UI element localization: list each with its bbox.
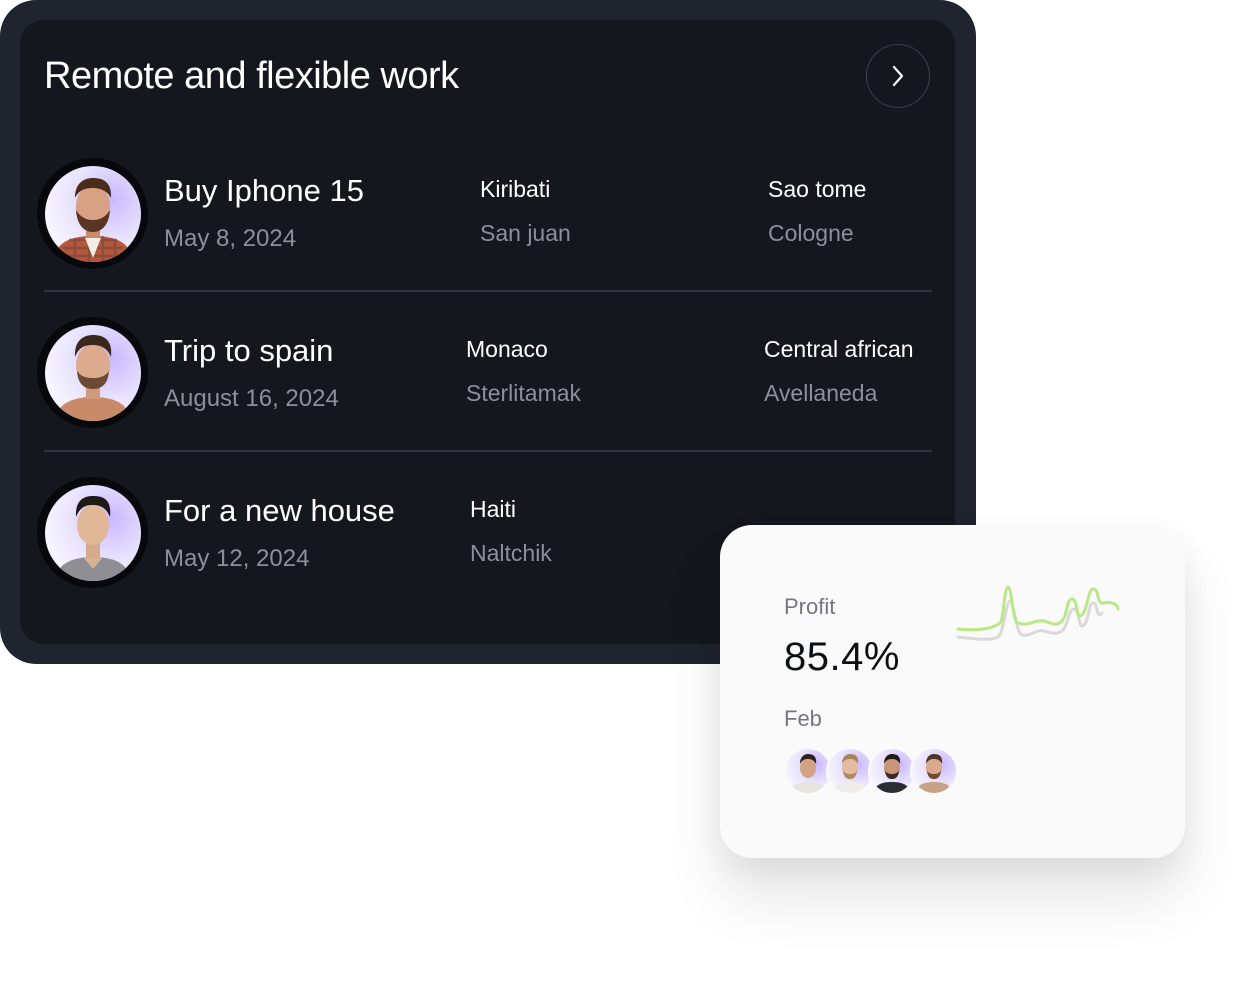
- team-avatars: [784, 747, 974, 795]
- profit-sparkline: [956, 585, 1120, 641]
- row-title: Trip to spain: [164, 333, 334, 368]
- location-primary: Kiribati: [480, 176, 551, 202]
- avatar: [37, 158, 148, 269]
- profit-card: Profit 85.4% Feb: [720, 525, 1185, 858]
- stage: Remote and flexible work Buy Iphone 15 M…: [0, 0, 1253, 986]
- list-item[interactable]: Buy Iphone 15 May 8, 2024 Kiribati San j…: [0, 132, 976, 292]
- team-avatar[interactable]: [784, 747, 832, 795]
- location-primary: Monaco: [466, 336, 548, 362]
- avatar: [37, 477, 148, 588]
- person-photo-icon: [54, 495, 131, 581]
- profit-label: Profit: [784, 594, 836, 619]
- card-title: Remote and flexible work: [44, 55, 459, 97]
- team-avatar[interactable]: [910, 747, 958, 795]
- row-title: Buy Iphone 15: [164, 173, 364, 208]
- list-item[interactable]: Trip to spain August 16, 2024 Monaco Ste…: [0, 292, 976, 452]
- location-secondary: Naltchik: [470, 540, 552, 566]
- location-primary: Haiti: [470, 496, 517, 522]
- row-title: For a new house: [164, 493, 395, 528]
- person-photo-icon: [916, 754, 952, 793]
- person-photo-icon: [832, 754, 868, 793]
- location-secondary: San juan: [480, 220, 571, 246]
- location-primary: Central african: [764, 336, 914, 362]
- row-date: August 16, 2024: [164, 385, 339, 412]
- person-photo-icon: [52, 177, 133, 262]
- row-date: May 12, 2024: [164, 545, 310, 572]
- location-secondary: Avellaneda: [764, 380, 878, 406]
- next-button[interactable]: [866, 44, 930, 108]
- row-date: May 8, 2024: [164, 225, 297, 252]
- sparkline-line: [956, 585, 1120, 632]
- location-primary: Sao tome: [768, 176, 867, 202]
- person-photo-icon: [874, 754, 910, 793]
- location-secondary: Sterlitamak: [466, 380, 582, 406]
- profit-month: Feb: [784, 706, 822, 731]
- avatar: [37, 317, 148, 428]
- person-photo-icon: [54, 334, 131, 421]
- sparkline-shadow-line: [956, 599, 1104, 641]
- location-secondary: Cologne: [768, 220, 854, 246]
- profit-value: 85.4%: [784, 635, 900, 679]
- person-photo-icon: [790, 754, 826, 793]
- team-avatar[interactable]: [826, 747, 874, 795]
- team-avatar[interactable]: [868, 747, 916, 795]
- chevron-right-icon: [892, 65, 904, 87]
